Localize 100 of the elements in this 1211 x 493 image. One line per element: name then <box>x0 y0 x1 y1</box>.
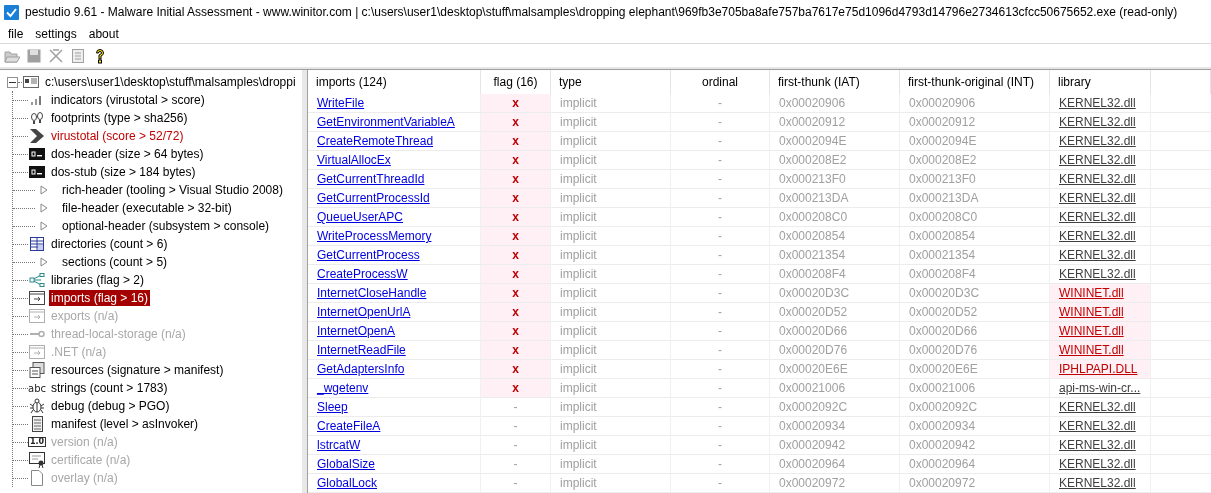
tree-item[interactable]: c:\users\user1\desktop\stuff\malsamples\droppi <box>43 74 298 90</box>
table-cell: implicit <box>551 474 671 493</box>
tree-item[interactable]: imports (flag > 16) <box>49 290 151 306</box>
tree-item[interactable]: dos-header (size > 64 bytes) <box>49 146 206 162</box>
flag-cell: - <box>481 436 551 455</box>
tree-item[interactable]: strings (count > 1783) <box>49 380 170 396</box>
table-cell: - <box>671 94 770 113</box>
certificate-icon <box>28 452 46 468</box>
tree-item[interactable]: sections (count > 5) <box>60 254 170 270</box>
library-link[interactable]: KERNEL32.dll <box>1059 229 1136 243</box>
tree-item[interactable]: dos-stub (size > 184 bytes) <box>49 164 198 180</box>
table-cell: 0x000213F0 <box>900 170 1050 189</box>
flag-cell: x <box>481 246 551 265</box>
flag-cell: x <box>481 208 551 227</box>
table-cell: - <box>671 398 770 417</box>
library-link[interactable]: KERNEL32.dll <box>1059 96 1136 110</box>
tree-item[interactable]: directories (count > 6) <box>49 236 170 252</box>
table-cell: implicit <box>551 379 671 398</box>
tree-item[interactable]: indicators (virustotal > score) <box>49 92 207 108</box>
table-cell: - <box>671 322 770 341</box>
menu-item[interactable]: file <box>2 26 30 41</box>
table-cell: implicit <box>551 208 671 227</box>
library-link[interactable]: KERNEL32.dll <box>1059 210 1136 224</box>
table-cell: 0x00021354 <box>900 246 1050 265</box>
collapse-icon[interactable] <box>7 76 18 88</box>
library-link[interactable]: api-ms-win-cr... <box>1059 381 1141 395</box>
menu-item[interactable]: about <box>82 26 125 41</box>
import-link[interactable]: GetCurrentThreadId <box>317 172 425 186</box>
tree-item[interactable]: virustotal (score > 52/72) <box>49 128 186 144</box>
table-cell: implicit <box>551 170 671 189</box>
import-link[interactable]: lstrcatW <box>317 438 361 452</box>
table-cell: - <box>671 303 770 322</box>
import-link[interactable]: CreateRemoteThread <box>317 134 434 148</box>
import-link[interactable]: GetCurrentProcess <box>317 248 420 262</box>
table-cell: 0x000208E2 <box>770 151 900 170</box>
library-link[interactable]: KERNEL32.dll <box>1059 419 1136 433</box>
table-cell: implicit <box>551 227 671 246</box>
import-link[interactable]: InternetReadFile <box>317 343 406 357</box>
table-cell: - <box>671 474 770 493</box>
flag-cell: - <box>481 417 551 436</box>
table-cell: 0x00020906 <box>770 94 900 113</box>
library-link[interactable]: KERNEL32.dll <box>1059 400 1136 414</box>
table-cell: 0x00020854 <box>770 227 900 246</box>
table-cell: - <box>671 246 770 265</box>
table-cell: 0x00021354 <box>770 246 900 265</box>
tree-item[interactable]: resources (signature > manifest) <box>49 362 226 378</box>
library-link[interactable]: KERNEL32.dll <box>1059 476 1136 490</box>
table-cell: - <box>671 132 770 151</box>
library-link[interactable]: KERNEL32.dll <box>1059 248 1136 262</box>
import-link[interactable]: VirtualAllocEx <box>317 153 391 167</box>
library-link[interactable]: KERNEL32.dll <box>1059 153 1136 167</box>
library-link[interactable]: KERNEL32.dll <box>1059 267 1136 281</box>
import-link[interactable]: InternetOpenA <box>317 324 396 338</box>
import-link[interactable]: GlobalSize <box>317 457 376 471</box>
library-link[interactable]: KERNEL32.dll <box>1059 172 1136 186</box>
menu-item[interactable]: settings <box>29 26 83 41</box>
table-cell: 0x00020D76 <box>900 341 1050 360</box>
import-link[interactable]: _wgetenv <box>317 381 369 395</box>
table-cell: 0x00020D52 <box>770 303 900 322</box>
table-cell: 0x00020912 <box>770 113 900 132</box>
import-link[interactable]: GlobalLock <box>317 476 378 490</box>
flag-cell: x <box>481 189 551 208</box>
table-cell: implicit <box>551 417 671 436</box>
footprints-icon <box>28 110 46 126</box>
table-cell: - <box>671 265 770 284</box>
library-link[interactable]: KERNEL32.dll <box>1059 134 1136 148</box>
import-link[interactable]: QueueUserAPC <box>317 210 404 224</box>
table-cell: implicit <box>551 341 671 360</box>
library-link[interactable]: KERNEL32.dll <box>1059 457 1136 471</box>
import-link[interactable]: InternetCloseHandle <box>317 286 427 300</box>
table-cell: 0x000213DA <box>900 189 1050 208</box>
tree-item[interactable]: footprints (type > sha256) <box>49 110 190 126</box>
table-cell: 0x0002094E <box>770 132 900 151</box>
import-link[interactable]: WriteProcessMemory <box>317 229 432 243</box>
chevron-icon <box>28 128 46 144</box>
tree-item[interactable]: optional-header (subsystem > console) <box>60 218 272 234</box>
import-link[interactable]: InternetOpenUrlA <box>317 305 411 319</box>
import-link[interactable]: GetAdaptersInfo <box>317 362 405 376</box>
library-link[interactable]: KERNEL32.dll <box>1059 191 1136 205</box>
tree-item[interactable]: file-header (executable > 32-bit) <box>60 200 234 216</box>
table-cell: 0x00020906 <box>900 94 1050 113</box>
tree-item[interactable]: manifest (level > asInvoker) <box>49 416 201 432</box>
table-icon <box>28 236 46 252</box>
import-link[interactable]: Sleep <box>317 400 348 414</box>
import-link[interactable]: CreateFileA <box>317 419 381 433</box>
tree-item[interactable]: libraries (flag > 2) <box>49 272 147 288</box>
import-link[interactable]: CreateProcessW <box>317 267 408 281</box>
table-cell: - <box>671 189 770 208</box>
import-link[interactable]: WriteFile <box>317 96 365 110</box>
import-link[interactable]: GetCurrentProcessId <box>317 191 430 205</box>
table-cell: 0x00020D66 <box>770 322 900 341</box>
table-cell: 0x00020964 <box>900 455 1050 474</box>
flag-cell: x <box>481 94 551 113</box>
library-link[interactable]: KERNEL32.dll <box>1059 438 1136 452</box>
tree-item[interactable]: rich-header (tooling > Visual Studio 2008) <box>60 182 285 198</box>
table-cell: implicit <box>551 303 671 322</box>
tree-item[interactable]: debug (debug > PGO) <box>49 398 172 414</box>
library-link[interactable]: KERNEL32.dll <box>1059 115 1136 129</box>
table-cell: 0x00021006 <box>900 379 1050 398</box>
table-cell: 0x00020912 <box>900 113 1050 132</box>
